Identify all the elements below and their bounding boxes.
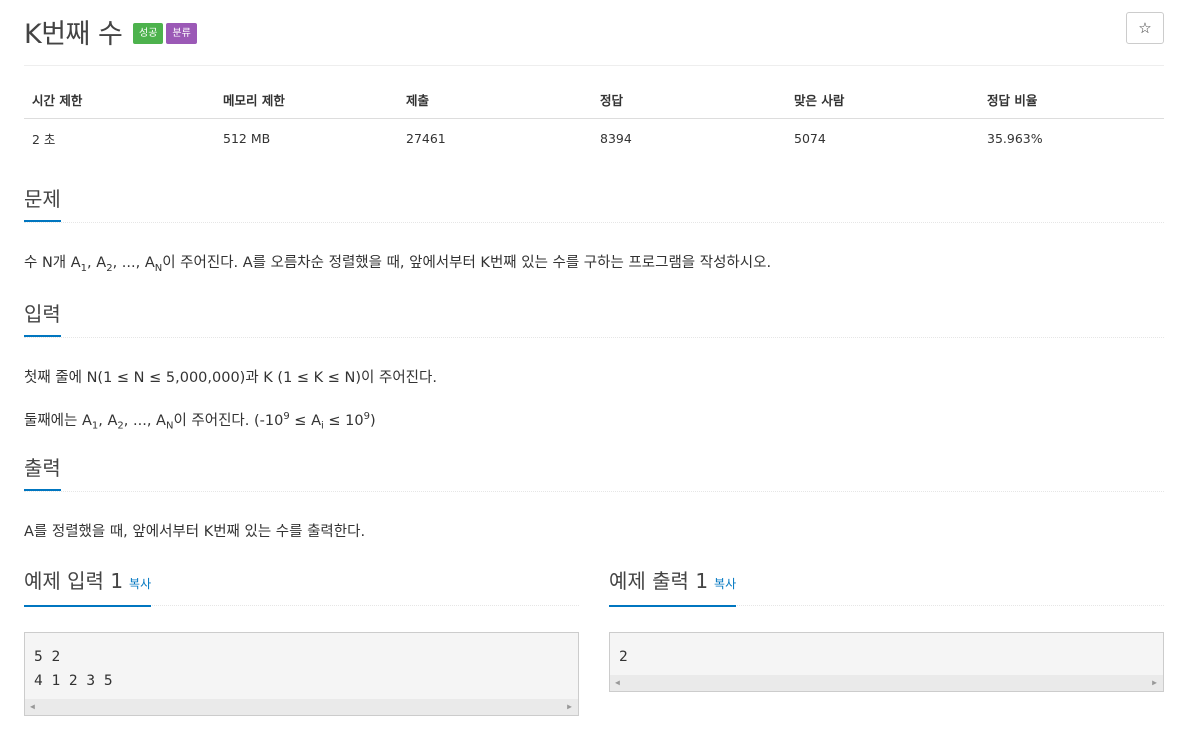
info-value: 512 MB xyxy=(223,131,271,146)
info-value: 8394 xyxy=(600,131,632,146)
scroll-right-icon[interactable]: ▶ xyxy=(567,702,572,711)
copy-link[interactable]: 복사 xyxy=(129,577,151,591)
input-section: 입력 첫째 줄에 N(1 ≤ N ≤ 5,000,000)과 K (1 ≤ K … xyxy=(24,301,1164,437)
problem-info-table: 시간 제한 메모리 제한 제출 정답 맞은 사람 정답 비율 2 초 512 M… xyxy=(24,84,1164,158)
info-value: 2 초 xyxy=(32,132,56,147)
section-heading: 문제 xyxy=(24,186,61,222)
section-heading: 예제 입력 1 xyxy=(24,569,124,593)
info-header: 시간 제한 xyxy=(24,84,215,119)
input-line-1: 첫째 줄에 N(1 ≤ N ≤ 5,000,000)과 K (1 ≤ K ≤ N… xyxy=(24,370,437,386)
output-description: A를 정렬했을 때, 앞에서부터 K번째 있는 수를 출력한다. xyxy=(24,524,366,540)
output-section: 출력 A를 정렬했을 때, 앞에서부터 K번째 있는 수를 출력한다. xyxy=(24,455,1164,542)
info-value-row: 2 초 512 MB 27461 8394 5074 35.963% xyxy=(24,119,1164,159)
info-header: 정답 xyxy=(592,84,786,119)
result-badge[interactable]: 성공 xyxy=(133,23,164,44)
star-icon: ☆ xyxy=(1138,19,1152,37)
sample-input-box[interactable]: 5 2 4 1 2 3 5 ◀ ▶ xyxy=(24,632,579,716)
page-title: K번째 수 xyxy=(24,19,123,50)
input-line-2: 둘째에는 A1, A2, ..., AN이 주어진다. (-109 ≤ Ai ≤… xyxy=(24,411,376,432)
section-heading: 예제 출력 1 xyxy=(609,569,709,593)
horizontal-scrollbar[interactable]: ◀ ▶ xyxy=(25,699,578,715)
sample-output-box[interactable]: 2 ◀ ▶ xyxy=(609,632,1164,692)
info-header: 메모리 제한 xyxy=(215,84,398,119)
horizontal-scrollbar[interactable]: ◀ ▶ xyxy=(610,675,1163,691)
copy-link[interactable]: 복사 xyxy=(714,577,736,591)
info-value: 35.963% xyxy=(987,131,1043,146)
problem-header: K번째 수 성공 분류 ☆ xyxy=(24,10,1164,50)
section-heading: 입력 xyxy=(24,301,61,337)
section-heading: 출력 xyxy=(24,455,61,491)
problem-section: 문제 수 N개 A1, A2, ..., AN이 주어진다. A를 오름차순 정… xyxy=(24,186,1164,279)
problem-description: 수 N개 A1, A2, ..., AN이 주어진다. A를 오름차순 정렬했을… xyxy=(24,255,772,274)
scroll-right-icon[interactable]: ▶ xyxy=(1152,678,1157,687)
info-header: 맞은 사람 xyxy=(786,84,979,119)
scroll-left-icon[interactable]: ◀ xyxy=(615,678,620,687)
favorite-button[interactable]: ☆ xyxy=(1126,12,1164,44)
example-input-section: 예제 입력 1 복사 5 2 4 1 2 3 5 ◀ ▶ xyxy=(24,568,579,716)
sample-output-text: 2 xyxy=(619,649,628,665)
divider xyxy=(24,65,1164,66)
category-badge[interactable]: 분류 xyxy=(166,23,197,44)
example-output-section: 예제 출력 1 복사 2 ◀ ▶ xyxy=(609,568,1164,692)
scroll-left-icon[interactable]: ◀ xyxy=(30,702,35,711)
info-value: 5074 xyxy=(794,131,826,146)
sample-input-text: 5 2 4 1 2 3 5 xyxy=(34,649,113,689)
info-value: 27461 xyxy=(406,131,446,146)
info-header: 제출 xyxy=(398,84,592,119)
info-header-row: 시간 제한 메모리 제한 제출 정답 맞은 사람 정답 비율 xyxy=(24,84,1164,119)
info-header: 정답 비율 xyxy=(979,84,1164,119)
